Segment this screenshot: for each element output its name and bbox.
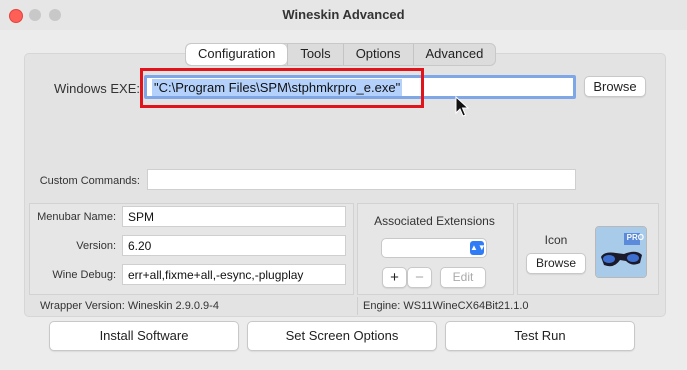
wine-debug-field[interactable]: err+all,fixme+all,-esync,-plugplay	[122, 264, 346, 285]
app-icon-image[interactable]: PRO	[595, 226, 647, 278]
highlight-box	[140, 68, 424, 108]
version-label: Version:	[76, 240, 116, 252]
custom-commands-field[interactable]	[147, 169, 576, 190]
browse-exe-button[interactable]: Browse	[584, 76, 646, 97]
version-field[interactable]: 6.20	[122, 235, 346, 256]
install-software-button[interactable]: Install Software	[49, 321, 239, 351]
engine-text: Engine: WS11WineCX64Bit21.1.0	[363, 300, 529, 312]
tab-configuration[interactable]: Configuration	[186, 44, 288, 65]
wrapper-version-text: Wrapper Version: Wineskin 2.9.0.9-4	[40, 300, 219, 312]
associated-extensions-label: Associated Extensions	[374, 214, 495, 228]
chevron-updown-icon: ▲▼	[470, 241, 486, 255]
icon-badge: PRO	[626, 233, 644, 242]
set-screen-options-button[interactable]: Set Screen Options	[247, 321, 437, 351]
extensions-dropdown[interactable]: ▲▼	[381, 238, 487, 258]
test-run-button[interactable]: Test Run	[445, 321, 635, 351]
custom-commands-label: Custom Commands:	[39, 175, 140, 187]
tab-tools[interactable]: Tools	[287, 44, 342, 65]
remove-extension-button[interactable]: −	[407, 267, 432, 288]
windows-exe-label: Windows EXE:	[54, 81, 140, 96]
tab-bar: Configuration Tools Options Advanced	[185, 43, 497, 66]
title-bar: Wineskin Advanced	[0, 0, 687, 30]
menubar-name-field[interactable]: SPM	[122, 206, 346, 227]
wine-debug-label: Wine Debug:	[52, 269, 116, 281]
mouse-pointer-icon	[455, 96, 469, 117]
add-extension-button[interactable]: +	[382, 267, 407, 288]
tab-advanced[interactable]: Advanced	[412, 44, 496, 65]
wineskin-window: Wineskin Advanced Configuration Tools Op…	[0, 0, 687, 370]
icon-browse-button[interactable]: Browse	[526, 253, 586, 274]
menubar-name-label: Menubar Name:	[37, 211, 116, 223]
status-bar: Wrapper Version: Wineskin 2.9.0.9-4 Engi…	[24, 297, 664, 315]
edit-extension-button[interactable]: Edit	[440, 267, 486, 288]
window-title: Wineskin Advanced	[282, 7, 405, 22]
icon-label: Icon	[544, 233, 568, 247]
status-divider	[357, 297, 358, 315]
tab-options[interactable]: Options	[342, 44, 413, 65]
